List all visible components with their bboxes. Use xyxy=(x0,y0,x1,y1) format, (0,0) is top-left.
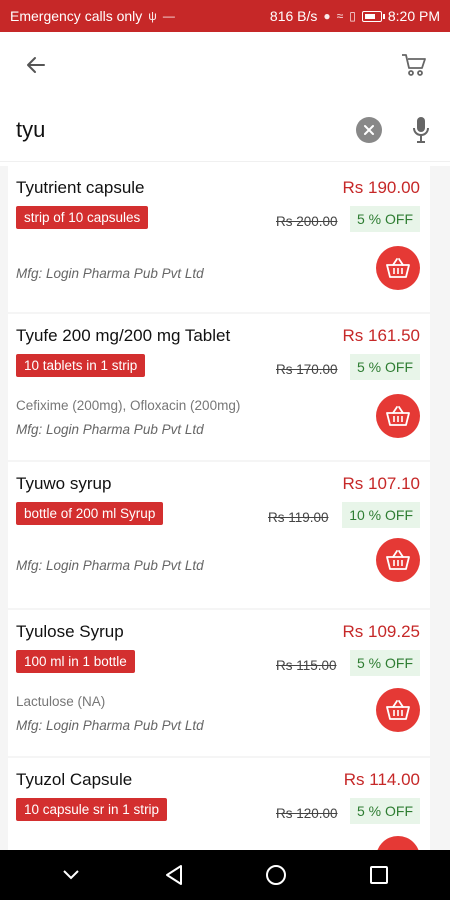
sim-icon: ▯ xyxy=(349,9,356,23)
search-bar xyxy=(0,98,450,162)
back-button[interactable] xyxy=(16,45,56,85)
manufacturer: Mfg: Login Pharma Pub Pvt Ltd xyxy=(16,422,204,437)
pack-size-badge: strip of 10 capsules xyxy=(16,206,149,229)
basket-icon xyxy=(386,406,410,426)
cart-icon xyxy=(402,54,426,76)
add-to-cart-button[interactable] xyxy=(376,246,420,290)
clear-search-button[interactable] xyxy=(356,116,382,143)
nav-recents-button[interactable] xyxy=(359,855,399,895)
cart-button[interactable] xyxy=(394,45,434,85)
composition: Cefixime (200mg), Ofloxacin (200mg) xyxy=(16,398,241,413)
product-card[interactable]: Tyuwo syrup Rs 107.10 bottle of 200 ml S… xyxy=(8,462,430,608)
pack-size-badge: bottle of 200 ml Syrup xyxy=(16,502,164,525)
manufacturer: Mfg: Login Pharma Pub Pvt Ltd xyxy=(16,266,204,281)
product-price: Rs 161.50 xyxy=(342,326,421,345)
pack-size-badge: 100 ml in 1 bottle xyxy=(16,650,135,673)
product-list: Tyutrient capsule Rs 190.00 strip of 10 … xyxy=(0,166,450,850)
manufacturer: Mfg: Login Pharma Pub Pvt Ltd xyxy=(16,558,204,573)
mrp-price: Rs 119.00 xyxy=(268,510,329,525)
wifi-icon: ≈ xyxy=(336,9,344,23)
add-to-cart-button[interactable] xyxy=(376,538,420,582)
product-price: Rs 114.00 xyxy=(343,770,420,789)
product-price: Rs 109.25 xyxy=(342,622,421,641)
discount-badge: 5 % OFF xyxy=(349,354,420,380)
product-card[interactable]: Tyulose Syrup Rs 109.25 100 ml in 1 bott… xyxy=(8,610,430,756)
product-price: Rs 107.10 xyxy=(342,474,421,493)
mic-icon xyxy=(413,116,429,143)
pack-size-badge: 10 capsule sr in 1 strip xyxy=(16,798,168,821)
composition: Lactulose (NA) xyxy=(16,694,106,709)
product-name: Tyulose Syrup xyxy=(16,622,124,641)
usb-icon: ψ xyxy=(148,9,157,23)
app-bar xyxy=(0,32,450,98)
discount-badge: 5 % OFF xyxy=(349,798,420,824)
basket-icon xyxy=(386,550,410,570)
net-speed: 816 B/s xyxy=(269,8,318,24)
back-arrow-icon xyxy=(27,57,45,73)
signal-off-icon: — xyxy=(162,9,175,23)
basket-icon xyxy=(386,258,410,278)
battery-icon xyxy=(361,10,385,22)
discount-badge: 5 % OFF xyxy=(349,206,420,232)
nav-home-button[interactable] xyxy=(256,855,296,895)
status-right: 816 B/s ● ≈ ▯ 8:20 PM xyxy=(270,8,440,24)
add-to-cart-button[interactable] xyxy=(376,394,420,438)
data-icon: ● xyxy=(323,9,331,23)
pack-size-badge: 10 tablets in 1 strip xyxy=(16,354,146,377)
add-to-cart-button[interactable] xyxy=(376,836,420,850)
manufacturer: Mfg: Login Pharma Pub Pvt Ltd xyxy=(16,718,204,733)
product-card[interactable]: Tyutrient capsule Rs 190.00 strip of 10 … xyxy=(8,166,430,312)
product-name: Tyuzol Capsule xyxy=(16,770,133,789)
chevron-down-icon xyxy=(63,870,79,880)
mrp-price: Rs 120.00 xyxy=(276,806,338,821)
status-left: Emergency calls only ψ — xyxy=(10,8,175,24)
product-card[interactable]: Tyuzol Capsule Rs 114.00 10 capsule sr i… xyxy=(8,758,430,850)
nav-back-button[interactable] xyxy=(154,855,194,895)
nav-home-icon xyxy=(266,865,287,885)
voice-search-button[interactable] xyxy=(408,115,434,145)
system-nav-bar xyxy=(0,850,450,900)
product-name: Tyutrient capsule xyxy=(16,178,145,197)
mrp-price: Rs 200.00 xyxy=(276,214,338,229)
mrp-price: Rs 115.00 xyxy=(276,658,337,673)
mrp-price: Rs 170.00 xyxy=(276,362,338,377)
carrier-text: Emergency calls only xyxy=(10,8,143,24)
add-to-cart-button[interactable] xyxy=(376,688,420,732)
product-card[interactable]: Tyufe 200 mg/200 mg Tablet Rs 161.50 10 … xyxy=(8,314,430,460)
discount-badge: 10 % OFF xyxy=(342,502,420,528)
product-name: Tyuwo syrup xyxy=(16,474,112,493)
product-name: Tyufe 200 mg/200 mg Tablet xyxy=(16,326,231,345)
close-icon xyxy=(364,124,374,135)
status-bar: Emergency calls only ψ — 816 B/s ● ≈ ▯ 8… xyxy=(0,0,450,32)
basket-icon xyxy=(386,700,410,720)
product-price: Rs 190.00 xyxy=(342,178,421,197)
nav-back-icon xyxy=(165,865,182,885)
nav-collapse-button[interactable] xyxy=(51,855,91,895)
search-input[interactable] xyxy=(16,109,356,150)
discount-badge: 5 % OFF xyxy=(349,650,420,676)
nav-recents-icon xyxy=(369,866,388,884)
status-time: 8:20 PM xyxy=(387,8,440,24)
